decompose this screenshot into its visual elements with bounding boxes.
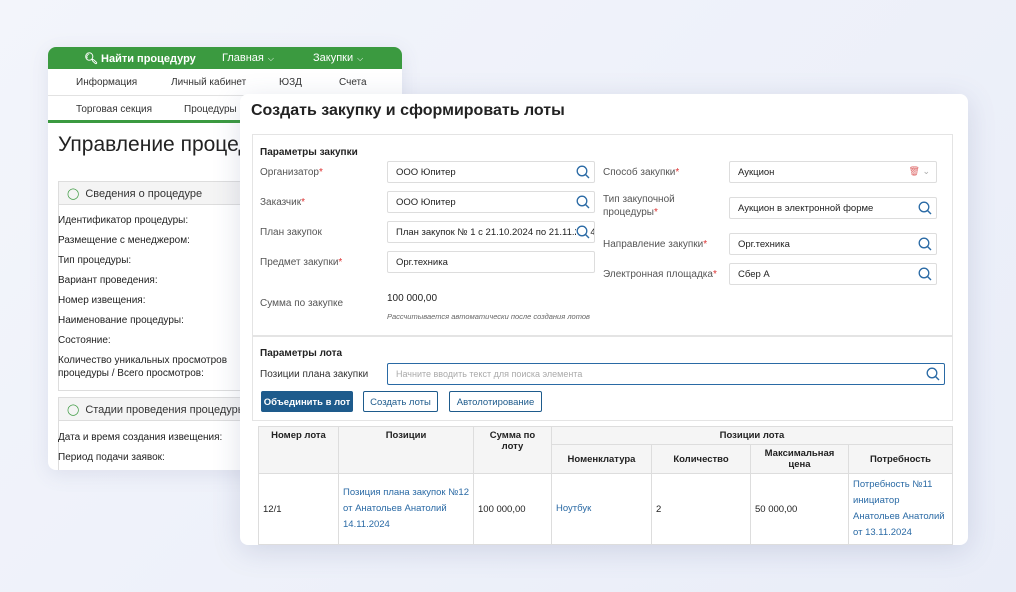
sub-nav: Информация Личный кабинет ЮЗД Счета <box>48 69 402 96</box>
proc-type-label: Тип закупочной процедуры* <box>603 194 675 218</box>
customer-input[interactable]: ООО Юпитер <box>387 191 595 213</box>
organizer-input[interactable]: ООО Юпитер <box>387 161 595 183</box>
merge-lot-button[interactable]: Объединить в лот <box>261 391 353 412</box>
plan-input[interactable]: План закупок № 1 с 21.10.2024 по 21.11.2… <box>387 221 595 243</box>
direction-label: Направление закупки* <box>603 239 708 250</box>
customer-label: Заказчик* <box>260 197 305 208</box>
search-icon[interactable] <box>926 367 940 381</box>
check-circle-icon: ◯ <box>67 188 80 200</box>
section-title: Параметры закупки <box>260 147 358 158</box>
col-nomenclature: Номенклатура <box>551 444 652 474</box>
create-lots-button[interactable]: Создать лоты <box>363 391 438 412</box>
field-label: Размещение с менеджером: <box>58 235 190 246</box>
auto-lot-button[interactable]: Автолотирование <box>449 391 542 412</box>
positions-label: Позиции плана закупки <box>260 369 369 380</box>
create-purchase-dialog: Создать закупку и сформировать лоты Пара… <box>240 94 968 545</box>
col-lot-sum: Сумма по лоту <box>473 426 552 474</box>
nav-find-procedure[interactable]: 🔍︎ Найти процедуру <box>84 52 196 65</box>
field-label: Идентификатор процедуры: <box>58 215 189 226</box>
col-need: Потребность <box>848 444 953 474</box>
nav-main[interactable]: Главная ⌵ <box>222 52 274 64</box>
field-label: Дата и время создания извещения: <box>58 432 223 443</box>
nav-purchases[interactable]: Закупки ⌵ <box>313 52 363 64</box>
main-nav: 🔍︎ Найти процедуру Главная ⌵ Закупки ⌵ <box>48 47 402 69</box>
field-label: Количество уникальных просмотров процеду… <box>58 355 228 379</box>
col-lot-positions: Позиции лота <box>551 426 953 445</box>
nav-trade-section[interactable]: Торговая секция <box>76 104 152 115</box>
field-label: Тип процедуры: <box>58 255 132 266</box>
max-price: 50 000,00 <box>750 473 849 545</box>
field-label: Период подачи заявок: <box>58 452 165 463</box>
field-label: Вариант проведения: <box>58 275 158 286</box>
trash-icon[interactable]: 🗑︎ ⌄ <box>909 166 930 177</box>
nav-procedures[interactable]: Процедуры <box>184 104 237 115</box>
section-title: Параметры лота <box>260 348 343 359</box>
search-icon[interactable] <box>918 237 932 251</box>
check-circle-icon: ◯ <box>67 404 80 416</box>
positions-search-input[interactable]: Начните вводить текст для поиска элемент… <box>387 363 945 385</box>
method-select[interactable]: Аукцион 🗑︎ ⌄ <box>729 161 937 183</box>
lot-number: 12/1 <box>258 473 339 545</box>
sum-value: 100 000,00 <box>387 293 438 304</box>
search-icon[interactable] <box>918 267 932 281</box>
chevron-down-icon: ⌄ <box>919 166 930 176</box>
chevron-down-icon: ⌵ <box>267 54 274 63</box>
proc-type-input[interactable]: Аукцион в электронной форме <box>729 197 937 219</box>
nomenclature-link[interactable]: Ноутбук <box>551 473 652 545</box>
field-label: Наименование процедуры: <box>58 315 184 326</box>
plan-label: План закупок <box>260 227 322 238</box>
col-quantity: Количество <box>651 444 751 474</box>
method-label: Способ закупки* <box>603 167 680 178</box>
nav-info[interactable]: Информация <box>76 77 137 88</box>
field-label: Состояние: <box>58 335 111 346</box>
nav-edm[interactable]: ЮЗД <box>279 77 302 88</box>
search-icon[interactable] <box>576 195 590 209</box>
subject-label: Предмет закупки* <box>260 257 343 268</box>
platform-label: Электронная площадка* <box>603 269 717 280</box>
direction-input[interactable]: Орг.техника <box>729 233 937 255</box>
platform-input[interactable]: Сбер А <box>729 263 937 285</box>
col-lot-number: Номер лота <box>258 426 339 474</box>
table-row: 12/1 Позиция плана закупок №12 от Анатол… <box>258 473 953 545</box>
nav-bills[interactable]: Счета <box>339 77 367 88</box>
organizer-label: Организатор* <box>260 167 323 178</box>
nav-cabinet[interactable]: Личный кабинет <box>171 77 246 88</box>
position-link[interactable]: Позиция плана закупок №12 от Анатольев А… <box>338 473 474 545</box>
lots-table: Номер лота Позиции Сумма по лоту Позиции ло… <box>258 426 953 545</box>
lot-sum: 100 000,00 <box>473 473 552 545</box>
subject-input[interactable]: Орг.техника <box>387 251 595 273</box>
search-icon[interactable] <box>576 225 590 239</box>
search-icon[interactable] <box>918 201 932 215</box>
quantity: 2 <box>651 473 751 545</box>
col-positions: Позиции <box>338 426 474 474</box>
dialog-title: Создать закупку и сформировать лоты <box>251 102 565 119</box>
search-icon[interactable] <box>576 165 590 179</box>
sum-label: Сумма по закупке <box>260 298 344 309</box>
field-label: Номер извещения: <box>58 295 146 306</box>
chevron-down-icon: ⌵ <box>357 54 364 63</box>
sum-note: Рассчитывается автоматически после созда… <box>387 312 590 321</box>
need-link[interactable]: Потребность №11 инициатор Анатольев Анат… <box>848 473 953 545</box>
col-max-price: Максимальная цена <box>750 444 849 474</box>
